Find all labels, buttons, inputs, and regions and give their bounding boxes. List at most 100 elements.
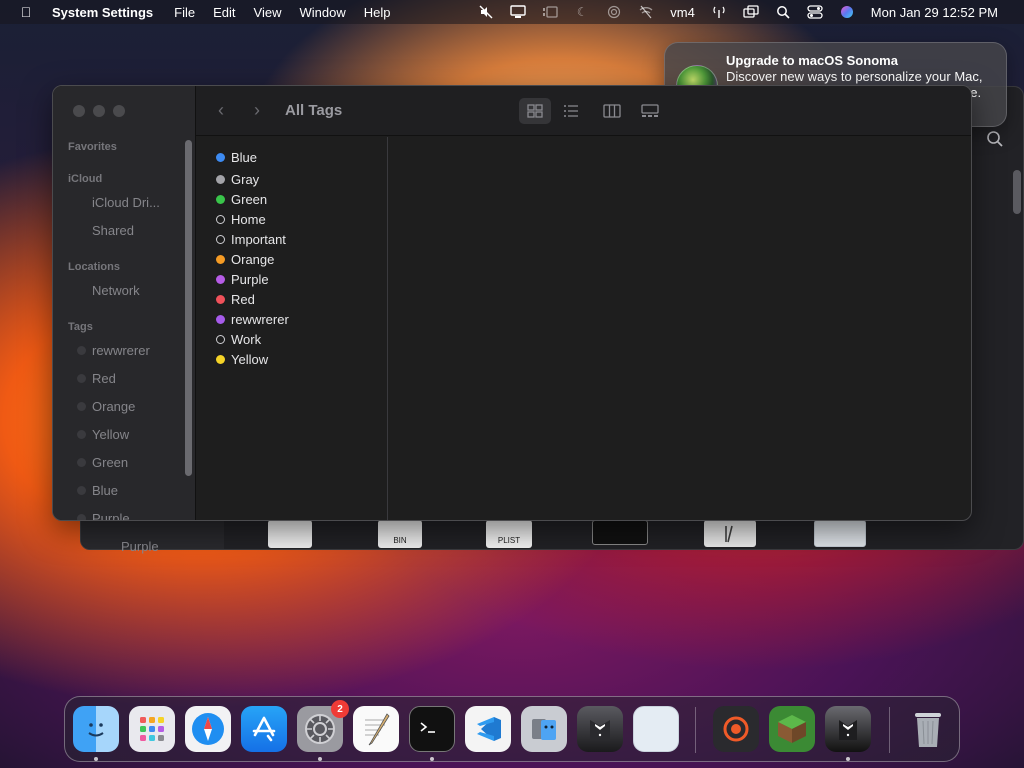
tag-row[interactable]: Home: [216, 209, 266, 229]
plist-file-icon[interactable]: PLIST: [486, 520, 532, 548]
sidebar-item-network[interactable]: Network: [92, 283, 140, 298]
bin-file-icon[interactable]: BIN: [378, 520, 422, 548]
tag-name: Red: [231, 291, 255, 307]
dock: 2: [64, 696, 960, 762]
menu-help[interactable]: Help: [364, 5, 391, 20]
back-chevron-icon[interactable]: ‹: [218, 100, 224, 121]
app-file-icon[interactable]: [814, 520, 866, 547]
sidebar-tag-rewwrerer[interactable]: rewwrerer: [77, 343, 150, 358]
tag-name: rewwrerer: [231, 311, 289, 327]
tag-color-dot: [216, 334, 225, 344]
column-view-button[interactable]: [596, 98, 628, 124]
menu-app-name[interactable]: System Settings: [52, 5, 153, 20]
tag-dot-icon: [77, 514, 86, 520]
minimize-button[interactable]: [93, 105, 105, 117]
file-icon[interactable]: [268, 520, 312, 548]
tag-row[interactable]: Gray: [216, 169, 259, 189]
window-title: All Tags: [285, 102, 343, 119]
tag-row[interactable]: Blue: [216, 147, 257, 167]
tag-row[interactable]: rewwrerer: [216, 309, 289, 329]
sidebar-tag-blue[interactable]: Blue: [77, 483, 118, 498]
tag-color-dot: [216, 214, 225, 224]
vscode-app-icon[interactable]: [465, 706, 511, 752]
terminal-file-icon[interactable]: [592, 520, 648, 545]
trash-icon[interactable]: [905, 706, 951, 752]
running-indicator: [318, 757, 322, 761]
system-settings-app-icon[interactable]: 2: [297, 700, 349, 752]
focus-moon-icon[interactable]: ☾: [566, 0, 598, 24]
menu-user-name[interactable]: vm4: [670, 5, 695, 20]
tag-color-dot: [216, 354, 225, 364]
sidebar-item-shared[interactable]: Shared: [92, 223, 134, 238]
tag-name: Green: [231, 191, 268, 207]
sidebar-tag-orange[interactable]: Orange: [77, 399, 135, 414]
safari-app-icon[interactable]: [185, 706, 231, 752]
zoom-button[interactable]: [113, 105, 125, 117]
launchpad-app-icon[interactable]: [129, 706, 175, 752]
close-button[interactable]: [73, 105, 85, 117]
icon-view-button[interactable]: [519, 98, 551, 124]
sidebar-tag-purple[interactable]: Purple: [77, 511, 130, 520]
gallery-view-button[interactable]: [634, 98, 666, 124]
tag-name: Important: [231, 231, 286, 247]
sidebar-tag-yellow[interactable]: Yellow: [77, 427, 129, 442]
calendar-file-icon[interactable]: [704, 520, 756, 547]
sidebar-scrollbar[interactable]: [185, 140, 192, 476]
menu-window[interactable]: Window: [299, 5, 345, 20]
sidebar-tag-green[interactable]: Green: [77, 455, 129, 470]
screen-mirroring-icon[interactable]: [735, 0, 767, 24]
spotlight-search-icon[interactable]: [767, 0, 799, 24]
tag-dot-icon: [77, 374, 86, 383]
tag-name: Work: [231, 331, 262, 347]
tag-row[interactable]: Work: [216, 329, 261, 349]
bin-file-label: BIN: [393, 536, 407, 545]
finder-window[interactable]: Favorites iCloud iCloud Dri... Shared Lo…: [52, 85, 972, 521]
forward-chevron-icon[interactable]: ›: [254, 100, 260, 121]
tag-row[interactable]: Yellow: [216, 349, 268, 369]
tag-row[interactable]: Purple: [216, 269, 269, 289]
sidebar-tag-red[interactable]: Red: [77, 371, 116, 386]
bartender-app-icon[interactable]: [577, 706, 623, 752]
bartender-alt-app-icon[interactable]: [825, 706, 871, 752]
menu-edit[interactable]: Edit: [213, 5, 235, 20]
background-sidebar-item[interactable]: Purple: [121, 539, 159, 554]
textedit-app-icon[interactable]: [353, 706, 399, 752]
apple-menu-icon[interactable]: : [18, 4, 34, 20]
menu-file[interactable]: File: [174, 5, 195, 20]
control-center-icon[interactable]: [799, 0, 831, 24]
minecraft-app-icon[interactable]: [769, 706, 815, 752]
tag-color-dot: [216, 152, 225, 162]
airplay-icon[interactable]: [598, 0, 630, 24]
tag-color-dot: [216, 174, 225, 184]
mute-icon[interactable]: [470, 0, 502, 24]
menu-clock[interactable]: Mon Jan 29 12:52 PM: [871, 5, 998, 20]
list-view-button[interactable]: [555, 98, 587, 124]
sidebar-item-label: Green: [92, 455, 129, 470]
siri-icon[interactable]: [831, 0, 863, 24]
running-indicator: [430, 757, 434, 761]
display-icon[interactable]: [502, 0, 534, 24]
menu-view[interactable]: View: [254, 5, 282, 20]
finder-app-icon[interactable]: [73, 706, 119, 752]
network-antenna-icon[interactable]: [703, 0, 735, 24]
sidebar-item-label: Shared: [92, 223, 134, 238]
search-icon[interactable]: [986, 130, 1008, 152]
tag-row[interactable]: Red: [216, 289, 255, 309]
blank-app-icon[interactable]: [633, 706, 679, 752]
wifi-off-icon[interactable]: [630, 0, 662, 24]
tag-row[interactable]: Green: [216, 189, 267, 209]
stage-manager-icon[interactable]: [534, 0, 566, 24]
screen-recorder-app-icon[interactable]: [713, 706, 759, 752]
tag-dot-icon: [77, 430, 86, 439]
tag-row[interactable]: Important: [216, 229, 286, 249]
sidebar-item-label: Red: [92, 371, 116, 386]
tag-dot-icon: [77, 458, 86, 467]
tag-row[interactable]: Orange: [216, 249, 274, 269]
background-scrollbar[interactable]: [1013, 170, 1021, 214]
running-indicator: [94, 757, 98, 761]
app-store-app-icon[interactable]: [241, 706, 287, 752]
sidebar-item-icloud-drive[interactable]: iCloud Dri...: [92, 195, 160, 210]
terminal-app-icon[interactable]: [409, 706, 455, 752]
tag-name: Yellow: [231, 351, 269, 367]
migration-assistant-app-icon[interactable]: [521, 706, 567, 752]
